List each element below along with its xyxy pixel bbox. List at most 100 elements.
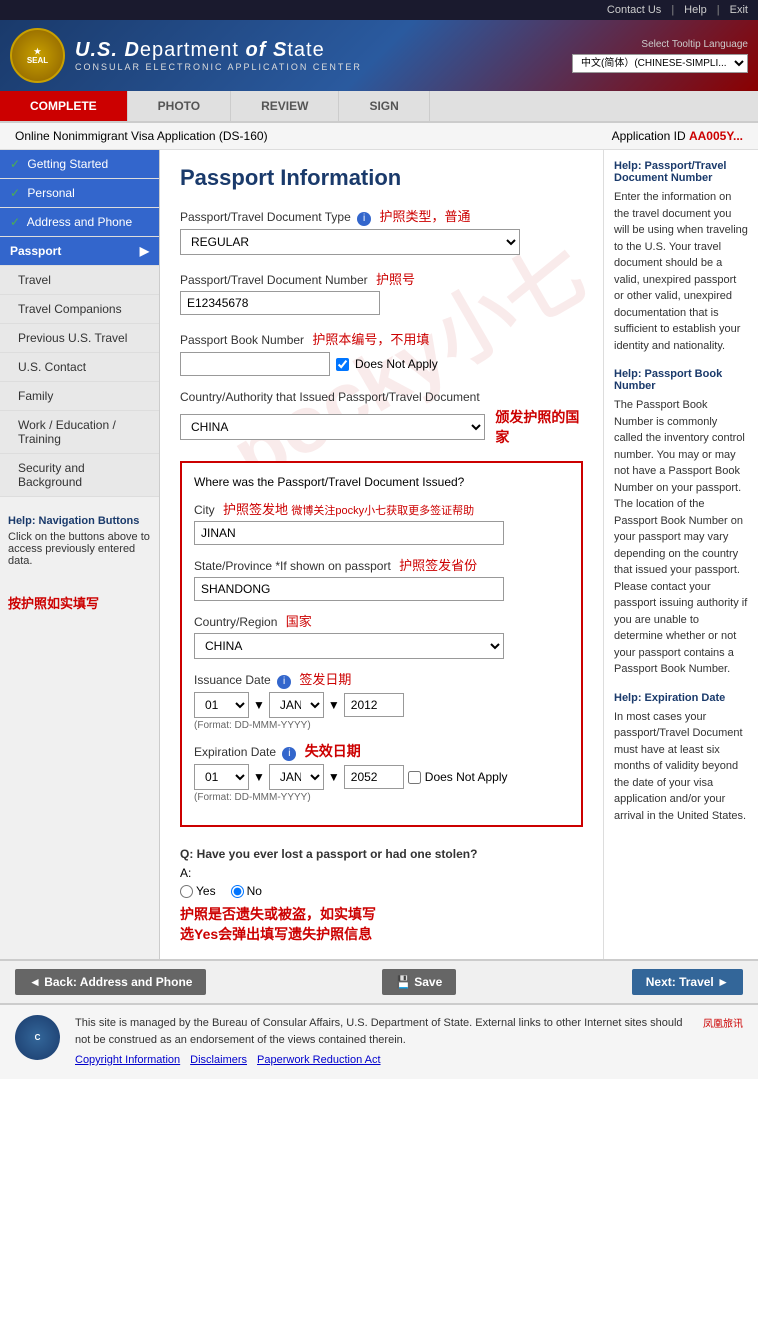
save-button[interactable]: 💾 Save — [382, 969, 456, 995]
sidebar-item-security[interactable]: Security and Background — [0, 454, 159, 497]
sidebar-item-family[interactable]: Family — [0, 382, 159, 411]
issued-country-group: Country/Authority that Issued Passport/T… — [180, 390, 583, 447]
footer-links: Copyright Information Disclaimers Paperw… — [75, 1052, 688, 1069]
footer: C This site is managed by the Bureau of … — [0, 1003, 758, 1079]
contact-link[interactable]: Contact Us — [607, 4, 661, 16]
city-group: City 护照签发地 微博关注pocky小七获取更多签证帮助 — [194, 499, 569, 545]
separator2: | — [717, 4, 720, 16]
state-label: State/Province *If shown on passport 护照签… — [194, 555, 569, 574]
help-title-1: Help: Passport/Travel Document Number — [614, 160, 748, 184]
sidebar-item-travel-companions[interactable]: Travel Companions — [0, 295, 159, 324]
next-button[interactable]: Next: Travel ► — [632, 969, 743, 995]
footer-desc: This site is managed by the Bureau of Co… — [75, 1015, 688, 1048]
help-section-2: Help: Passport Book Number The Passport … — [614, 368, 748, 678]
header-title: U.S. Department of State CONSULAR ELECTR… — [75, 39, 362, 72]
dept-name: U.S. Department of State — [75, 39, 362, 62]
bottom-buttons: ◄ Back: Address and Phone 💾 Save Next: T… — [0, 959, 758, 1003]
check-icon: ✓ — [10, 157, 20, 171]
sidebar-item-prev-travel[interactable]: Previous U.S. Travel — [0, 324, 159, 353]
sidebar-item-getting-started[interactable]: ✓ Getting Started — [0, 150, 159, 179]
state-input[interactable] — [194, 577, 504, 601]
issuance-month-select[interactable]: JANFEBMARAPRMAYJUNJULAUGSEPOCTNOVDEC — [269, 692, 324, 718]
lost-a: A: Yes No 护照是否遗失或被盗，如实填写 选Yes会弹出填 — [180, 866, 583, 944]
country-region-group: Country/Region 国家 CHINA UNITED STATES OT… — [194, 611, 569, 659]
expiry-date-row: 010203 ▼ JANFEBMARAPRMAYJUNJULAUGSEPOCTN… — [194, 764, 569, 790]
tab-complete[interactable]: COMPLETE — [0, 91, 128, 121]
passport-book-row: Does Not Apply — [180, 352, 583, 376]
sidebar-help-text: Click on the buttons above to access pre… — [8, 531, 151, 567]
help-panel: Help: Passport/Travel Document Number En… — [603, 150, 758, 959]
annotation-lost-1: 护照是否遗失或被盗，如实填写 — [180, 904, 583, 924]
issuance-label: Issuance Date i 签发日期 — [194, 669, 569, 689]
sidebar-item-us-contact[interactable]: U.S. Contact — [0, 353, 159, 382]
info-icon-expiry[interactable]: i — [282, 747, 296, 761]
footer-link-copyright[interactable]: Copyright Information — [75, 1052, 180, 1069]
issuance-day-select[interactable]: 010203 — [194, 692, 249, 718]
sidebar-help: Help: Navigation Buttons Click on the bu… — [0, 507, 159, 575]
where-issued-title: Where was the Passport/Travel Document I… — [194, 475, 464, 489]
passport-num-input[interactable] — [180, 291, 380, 315]
tab-bar: COMPLETE PHOTO REVIEW SIGN — [0, 91, 758, 123]
help-section-1: Help: Passport/Travel Document Number En… — [614, 160, 748, 354]
help-link[interactable]: Help — [684, 4, 707, 16]
passport-num-group: Passport/Travel Document Number 护照号 — [180, 269, 583, 315]
check-icon-personal: ✓ — [10, 186, 20, 200]
sidebar-item-work-edu[interactable]: Work / Education / Training — [0, 411, 159, 454]
footer-seal: C — [15, 1015, 60, 1060]
sidebar-item-address[interactable]: ✓ Address and Phone — [0, 208, 159, 237]
back-button[interactable]: ◄ Back: Address and Phone — [15, 969, 206, 995]
expiry-year-input[interactable] — [344, 765, 404, 789]
footer-link-paperwork[interactable]: Paperwork Reduction Act — [257, 1052, 381, 1069]
footer-link-disclaimers[interactable]: Disclaimers — [190, 1052, 247, 1069]
issued-country-annotation: 颁发护照的国家 — [495, 407, 583, 447]
sidebar-item-travel[interactable]: Travel — [0, 266, 159, 295]
form-section: Passport/Travel Document Type i 护照类型，普通 … — [180, 206, 583, 944]
expiry-day-select[interactable]: 010203 — [194, 764, 249, 790]
tooltip-lang-label: Select Tooltip Language — [572, 39, 748, 50]
does-not-apply-checkbox[interactable] — [336, 358, 349, 371]
tab-sign[interactable]: SIGN — [339, 91, 429, 121]
passport-book-input[interactable] — [180, 352, 330, 376]
breadcrumb: Online Nonimmigrant Visa Application (DS… — [0, 123, 758, 150]
expiry-format-hint: (Format: DD-MMM-YYYY) — [194, 792, 569, 803]
page-title: Passport Information — [180, 165, 583, 191]
issuance-year-input[interactable] — [344, 693, 404, 717]
help-text-3: In most cases your passport/Travel Docum… — [614, 709, 748, 825]
info-icon-issuance[interactable]: i — [277, 675, 291, 689]
lost-yes-radio[interactable] — [180, 885, 193, 898]
tab-review[interactable]: REVIEW — [231, 91, 339, 121]
help-text-1: Enter the information on the travel docu… — [614, 189, 748, 354]
expiry-chinese: 失效日期 — [305, 743, 361, 759]
expiry-month-select[interactable]: JANFEBMARAPRMAYJUNJULAUGSEPOCTNOVDEC — [269, 764, 324, 790]
sidebar-item-passport[interactable]: Passport ▶ — [0, 237, 159, 266]
issuance-date-group: Issuance Date i 签发日期 010203 ▼ JANFEBMARA… — [194, 669, 569, 731]
arrow-icon: ▶ — [140, 244, 149, 258]
lost-no-radio[interactable] — [231, 885, 244, 898]
issued-box: Where was the Passport/Travel Document I… — [180, 461, 583, 827]
info-icon-type[interactable]: i — [357, 212, 371, 226]
breadcrumb-title: Online Nonimmigrant Visa Application (DS… — [15, 129, 268, 143]
dept-subtitle: CONSULAR ELECTRONIC APPLICATION CENTER — [75, 62, 362, 72]
language-select[interactable]: 中文(简体）(CHINESE-SIMPLI... — [572, 54, 748, 73]
sidebar: ✓ Getting Started ✓ Personal ✓ Address a… — [0, 150, 160, 959]
issued-country-label: Country/Authority that Issued Passport/T… — [180, 390, 583, 404]
sidebar-item-personal[interactable]: ✓ Personal — [0, 179, 159, 208]
top-nav: Contact Us | Help | Exit — [0, 0, 758, 20]
site-header: ★SEAL U.S. Department of State CONSULAR … — [0, 20, 758, 91]
help-title-2: Help: Passport Book Number — [614, 368, 748, 392]
lost-no-label[interactable]: No — [231, 884, 262, 898]
passport-type-group: Passport/Travel Document Type i 护照类型，普通 … — [180, 206, 583, 255]
passport-type-select[interactable]: REGULAR OFFICIAL DIPLOMATIC OTHER — [180, 229, 520, 255]
expiry-does-not-apply-label: Does Not Apply — [425, 770, 508, 784]
city-annotation: 微博关注pocky小七获取更多签证帮助 — [291, 505, 474, 517]
issued-country-select[interactable]: CHINA UNITED STATES OTHER — [180, 414, 485, 440]
expiry-does-not-apply-checkbox[interactable] — [408, 771, 421, 784]
lost-radio-row: Yes No — [180, 884, 583, 898]
check-icon-address: ✓ — [10, 215, 20, 229]
lost-yes-label[interactable]: Yes — [180, 884, 216, 898]
country-region-select[interactable]: CHINA UNITED STATES OTHER — [194, 633, 504, 659]
exit-link[interactable]: Exit — [730, 4, 748, 16]
city-input[interactable] — [194, 521, 504, 545]
help-section-3: Help: Expiration Date In most cases your… — [614, 692, 748, 825]
tab-photo[interactable]: PHOTO — [128, 91, 231, 121]
